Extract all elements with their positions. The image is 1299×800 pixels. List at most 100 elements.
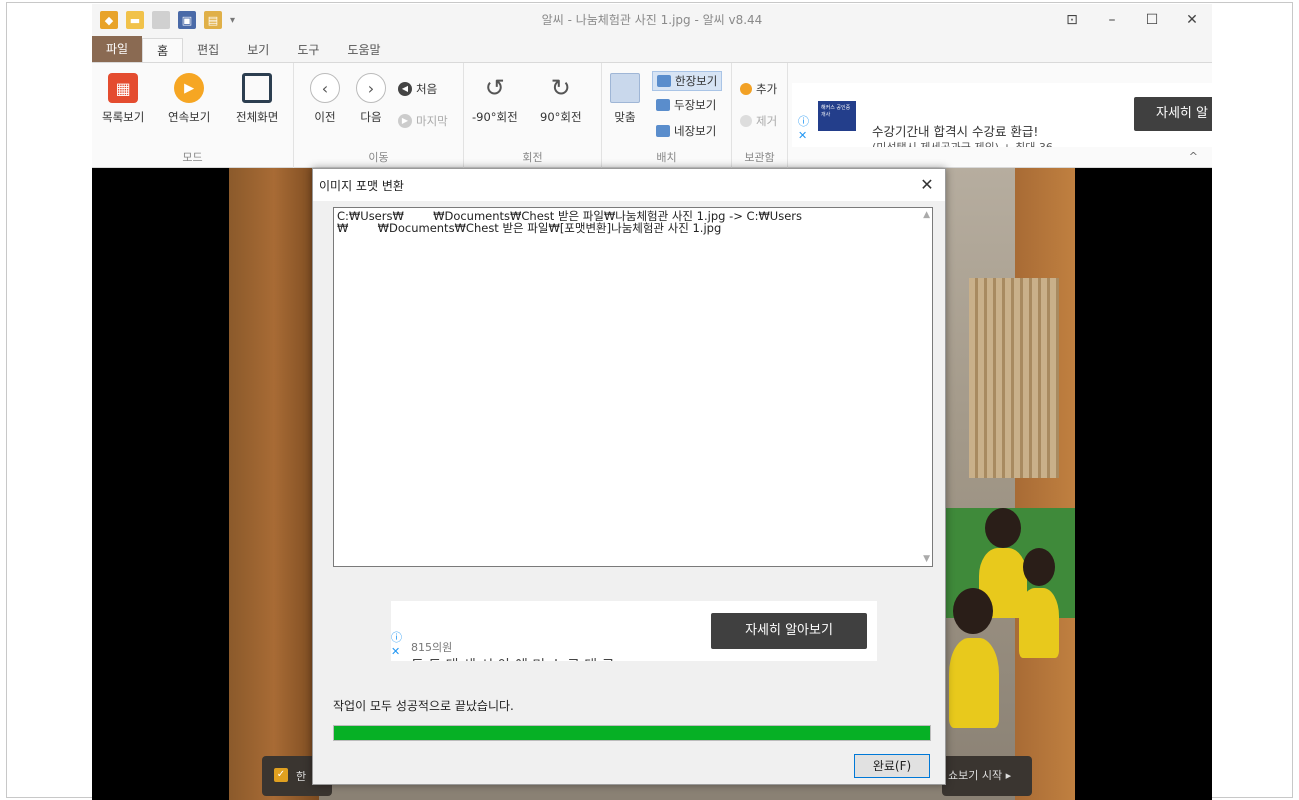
tab-tools[interactable]: 도구 bbox=[283, 38, 333, 62]
ad-logo: 해커스 공인중개사 bbox=[818, 101, 856, 131]
blank-icon[interactable] bbox=[152, 11, 170, 29]
rotate-cw-label: 90°회전 bbox=[540, 110, 582, 124]
fit-icon bbox=[610, 73, 640, 103]
window-controls: ⊡ – ☐ ✕ bbox=[1052, 4, 1212, 36]
chevron-left-icon: ‹ bbox=[310, 73, 340, 103]
single-view-icon bbox=[657, 75, 671, 87]
dialog-ad-close-icon[interactable]: ✕ bbox=[391, 645, 400, 658]
finish-button[interactable]: 완료(F) bbox=[854, 754, 930, 778]
photo-child bbox=[949, 638, 999, 728]
tab-edit[interactable]: 편집 bbox=[183, 38, 233, 62]
last-label: 마지막 bbox=[416, 114, 448, 128]
dialog-ad-text: 도 도 대 세 시 아 에 미 스 구 대 구 bbox=[411, 655, 615, 661]
ribbon-ad-banner[interactable]: ⓘ ✕ 해커스 공인중개사 수강기간내 합격시 수강료 환급! (미선택시 제세… bbox=[792, 83, 1212, 147]
print-icon[interactable]: ▤ bbox=[204, 11, 222, 29]
quad-view-icon bbox=[656, 125, 670, 137]
collapse-ribbon-icon[interactable]: ^ bbox=[1189, 150, 1198, 163]
dialog-ad-learn-more-button[interactable]: 자세히 알아보기 bbox=[711, 613, 867, 649]
double-view-button[interactable]: 두장보기 bbox=[656, 97, 716, 113]
conversion-log-textbox[interactable]: C:₩Users₩ ₩Documents₩Chest 받은 파일₩나눔체험관 사… bbox=[333, 207, 933, 567]
group-label-storage: 보관함 bbox=[744, 151, 775, 164]
first-label: 처음 bbox=[416, 82, 438, 96]
skip-last-icon: ▶ bbox=[398, 114, 412, 128]
customize-qat-icon[interactable]: ▾ bbox=[230, 15, 240, 26]
tab-help[interactable]: 도움말 bbox=[333, 38, 394, 62]
list-view-button[interactable]: ▦ 목록보기 bbox=[102, 73, 144, 125]
continuous-view-button[interactable]: ▶ 연속보기 bbox=[168, 73, 210, 125]
add-to-storage-button[interactable]: 추가 bbox=[740, 81, 777, 97]
checkbox-icon[interactable]: ✓ bbox=[274, 768, 288, 782]
list-view-label: 목록보기 bbox=[102, 110, 145, 124]
last-button[interactable]: ▶ 마지막 bbox=[398, 113, 448, 129]
group-label-rotate: 회전 bbox=[522, 151, 543, 164]
ad-info-icon[interactable]: ⓘ bbox=[798, 113, 809, 129]
dialog-ad-info-icon[interactable]: ⓘ bbox=[391, 629, 402, 645]
quick-access-toolbar: ◆ ▬ ▣ ▤ ▾ bbox=[92, 4, 240, 36]
double-view-label: 두장보기 bbox=[674, 98, 717, 112]
remove-icon bbox=[740, 115, 752, 127]
remove-from-storage-button[interactable]: 제거 bbox=[740, 113, 777, 129]
quad-view-button[interactable]: 네장보기 bbox=[656, 123, 716, 139]
viewer-bottom-left-text: 한 bbox=[296, 770, 307, 783]
ribbon-group-move: ‹ 이전 › 다음 ◀ 처음 ▶ 마지막 이동 bbox=[294, 63, 464, 169]
minimize-icon[interactable]: – bbox=[1092, 4, 1132, 36]
window-title: 알씨 - 나눔체험관 사진 1.jpg - 알씨 v8.44 bbox=[541, 13, 763, 27]
fullscreen-label: 전체화면 bbox=[236, 110, 279, 124]
double-view-icon bbox=[656, 99, 670, 111]
tab-file[interactable]: 파일 bbox=[92, 36, 143, 62]
ribbon-display-icon[interactable]: ⊡ bbox=[1052, 4, 1092, 36]
prev-label: 이전 bbox=[314, 110, 336, 124]
photo-wood-pillar-right bbox=[1015, 168, 1075, 800]
quad-view-label: 네장보기 bbox=[674, 124, 717, 138]
photo-child-head bbox=[953, 588, 993, 634]
save-icon[interactable]: ▣ bbox=[178, 11, 196, 29]
add-label: 추가 bbox=[756, 82, 778, 96]
fullscreen-button[interactable]: 전체화면 bbox=[236, 73, 278, 125]
photo-wood-pillar-left bbox=[229, 168, 319, 800]
ribbon-group-storage: 추가 제거 보관함 bbox=[732, 63, 788, 169]
remove-label: 제거 bbox=[756, 114, 778, 128]
ribbon-group-mode: ▦ 목록보기 ▶ 연속보기 전체화면 모드 bbox=[92, 63, 294, 169]
play-icon: ▶ bbox=[174, 73, 205, 103]
scroll-down-icon[interactable]: ▼ bbox=[923, 554, 930, 564]
skip-first-icon: ◀ bbox=[398, 82, 412, 96]
single-view-button[interactable]: 한장보기 bbox=[652, 71, 723, 91]
ad-close-icon[interactable]: ✕ bbox=[798, 129, 807, 142]
dialog-close-icon[interactable]: ✕ bbox=[909, 169, 945, 201]
dialog-title-bar: 이미지 포맷 변환 ✕ bbox=[313, 169, 945, 201]
format-convert-dialog: 이미지 포맷 변환 ✕ C:₩Users₩ ₩Documents₩Chest 받… bbox=[312, 168, 946, 785]
ad-learn-more-button[interactable]: 자세히 알 bbox=[1134, 97, 1212, 131]
status-message: 작업이 모두 성공적으로 끝났습니다. bbox=[333, 699, 514, 713]
dialog-ad-sponsor: 815의원 bbox=[411, 641, 453, 654]
ribbon-group-layout: 맞춤 한장보기 두장보기 네장보기 배치 bbox=[602, 63, 732, 169]
progress-bar bbox=[333, 725, 931, 741]
ad-subtext: (미선택시 제세공과금 제외) + 최대 36 bbox=[872, 139, 1053, 147]
slideshow-start-button[interactable]: 쇼보기 시작 ▸ bbox=[942, 756, 1032, 796]
close-icon[interactable]: ✕ bbox=[1172, 4, 1212, 36]
alzip-icon[interactable]: ◆ bbox=[100, 11, 118, 29]
ribbon-group-rotate: ↺ -90°회전 ↻ 90°회전 회전 bbox=[464, 63, 602, 169]
list-view-icon: ▦ bbox=[108, 73, 139, 103]
maximize-icon[interactable]: ☐ bbox=[1132, 4, 1172, 36]
dialog-ad-banner[interactable]: ⓘ ✕ 815의원 도 도 대 세 시 아 에 미 스 구 대 구 자세히 알아… bbox=[391, 601, 877, 661]
photo-child-head bbox=[985, 508, 1021, 548]
next-button[interactable]: › 다음 bbox=[356, 73, 386, 125]
next-label: 다음 bbox=[360, 110, 382, 124]
rotate-right-icon: ↻ bbox=[550, 74, 571, 102]
fullscreen-icon bbox=[242, 73, 273, 103]
progress-bar-fill bbox=[334, 726, 930, 740]
single-view-label: 한장보기 bbox=[675, 74, 718, 88]
first-button[interactable]: ◀ 처음 bbox=[398, 81, 437, 97]
fit-button[interactable]: 맞춤 bbox=[610, 73, 640, 125]
ribbon-tabs: 파일 홈 편집 보기 도구 도움말 bbox=[92, 36, 1212, 62]
tab-view[interactable]: 보기 bbox=[233, 38, 283, 62]
rotate-cw-button[interactable]: ↻ 90°회전 bbox=[540, 73, 582, 125]
photo-child-head bbox=[1023, 548, 1055, 586]
tab-home[interactable]: 홈 bbox=[142, 38, 184, 62]
prev-button[interactable]: ‹ 이전 bbox=[310, 73, 340, 125]
dialog-title: 이미지 포맷 변환 bbox=[319, 179, 404, 193]
photo-bamboo-wall bbox=[969, 278, 1059, 478]
rotate-ccw-button[interactable]: ↺ -90°회전 bbox=[472, 73, 518, 125]
scroll-up-icon[interactable]: ▲ bbox=[923, 210, 930, 220]
folder-icon[interactable]: ▬ bbox=[126, 11, 144, 29]
